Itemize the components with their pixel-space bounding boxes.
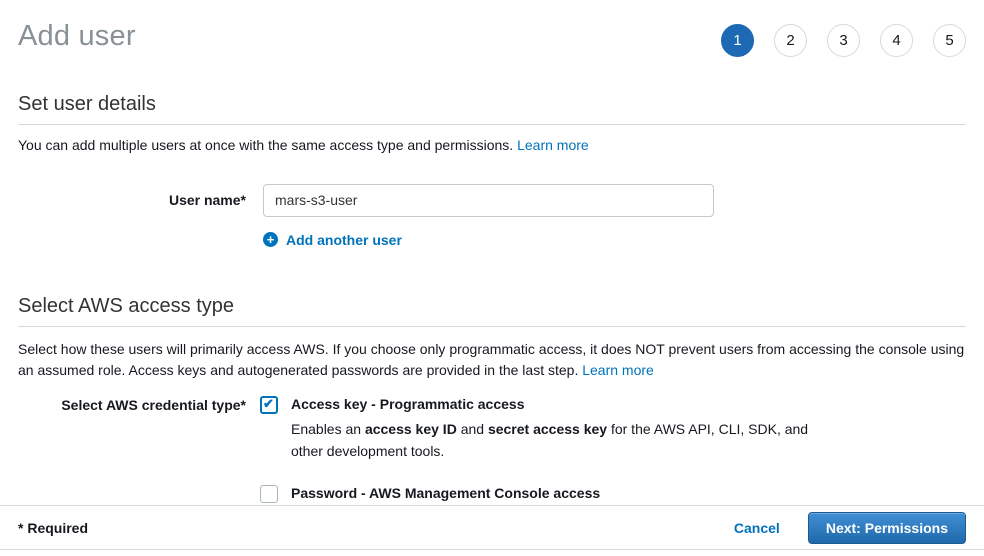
add-another-user-label: Add another user xyxy=(286,232,402,248)
learn-more-link-access-type[interactable]: Learn more xyxy=(582,362,654,378)
password-option-title[interactable]: Password - AWS Management Console access xyxy=(291,484,810,501)
add-another-user-row: + Add another user xyxy=(263,232,966,248)
step-4-indicator[interactable]: 4 xyxy=(880,24,913,57)
access-key-option-description: Enables an access key ID and secret acce… xyxy=(291,419,831,462)
username-label: User name* xyxy=(169,192,246,208)
cancel-button[interactable]: Cancel xyxy=(734,520,780,536)
user-details-intro-text: You can add multiple users at once with … xyxy=(18,137,517,153)
wizard-header: Add user 1 2 3 4 5 xyxy=(18,0,966,57)
user-details-intro: You can add multiple users at once with … xyxy=(18,135,966,157)
wizard-step-indicator: 1 2 3 4 5 xyxy=(721,24,966,57)
access-type-intro-text: Select how these users will primarily ac… xyxy=(18,341,964,379)
password-checkbox[interactable] xyxy=(260,485,278,503)
section-heading-user-details: Set user details xyxy=(18,93,966,116)
access-key-option: Access key - Programmatic access Enables… xyxy=(260,395,831,462)
wizard-footer: * Required Cancel Next: Permissions xyxy=(0,505,984,550)
required-note: * Required xyxy=(18,520,88,536)
username-input[interactable] xyxy=(263,184,714,217)
set-user-details-section: Set user details You can add multiple us… xyxy=(18,93,966,248)
add-user-wizard-page: Add user 1 2 3 4 5 Set user details You … xyxy=(0,0,984,556)
step-2-indicator[interactable]: 2 xyxy=(774,24,807,57)
step-1-indicator[interactable]: 1 xyxy=(721,24,754,57)
section-heading-access-type: Select AWS access type xyxy=(18,295,966,318)
learn-more-link-user-details[interactable]: Learn more xyxy=(517,137,589,153)
next-permissions-button[interactable]: Next: Permissions xyxy=(808,512,966,544)
add-another-user-button[interactable]: + Add another user xyxy=(263,232,402,248)
select-access-type-section: Select AWS access type Select how these … xyxy=(18,295,966,530)
step-5-indicator[interactable]: 5 xyxy=(933,24,966,57)
plus-circle-icon: + xyxy=(263,232,278,247)
access-type-intro: Select how these users will primarily ac… xyxy=(18,339,966,382)
section-divider xyxy=(18,326,966,327)
username-row: User name* xyxy=(18,184,966,217)
access-key-checkbox[interactable] xyxy=(260,396,278,414)
page-title: Add user xyxy=(18,20,136,53)
section-divider xyxy=(18,124,966,125)
step-3-indicator[interactable]: 3 xyxy=(827,24,860,57)
credential-type-label: Select AWS credential type* xyxy=(61,397,246,413)
access-key-option-title[interactable]: Access key - Programmatic access xyxy=(291,395,831,412)
